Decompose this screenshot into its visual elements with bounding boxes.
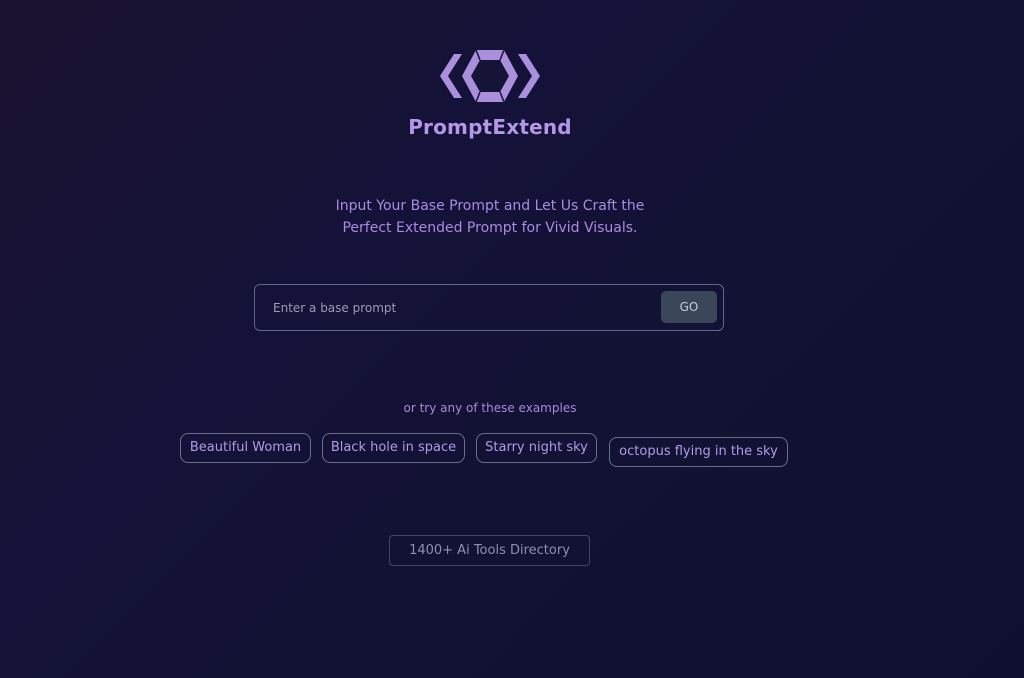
example-chip-black-hole[interactable]: Black hole in space bbox=[322, 433, 465, 463]
tagline-line-1: Input Your Base Prompt and Let Us Craft … bbox=[335, 198, 645, 214]
brand-name: PromptExtend bbox=[408, 115, 572, 139]
tagline-line-2: Perfect Extended Prompt for Vivid Visual… bbox=[342, 220, 638, 236]
base-prompt-input[interactable] bbox=[265, 293, 661, 323]
example-chip-beautiful-woman[interactable]: Beautiful Woman bbox=[180, 433, 311, 463]
example-chip-starry-night[interactable]: Starry night sky bbox=[476, 433, 597, 463]
tagline: Input Your Base Prompt and Let Us Craft … bbox=[0, 195, 980, 239]
ai-tools-directory-button[interactable]: 1400+ Ai Tools Directory bbox=[389, 535, 590, 566]
examples-label: or try any of these examples bbox=[403, 401, 577, 415]
prompt-search-box: GO bbox=[254, 284, 724, 331]
example-chip-octopus[interactable]: octopus flying in the sky bbox=[609, 437, 788, 467]
go-button[interactable]: GO bbox=[661, 291, 717, 323]
hexagon-chevrons-logo-icon bbox=[440, 49, 540, 103]
